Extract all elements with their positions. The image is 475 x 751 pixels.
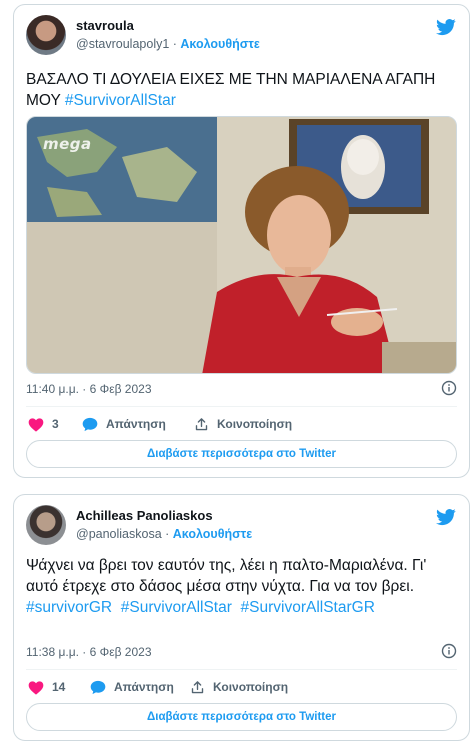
channel-logo: mega bbox=[43, 135, 92, 153]
reply-label: Απάντηση bbox=[114, 680, 174, 694]
action-bar: 14 Απάντηση Κοινοποίηση bbox=[26, 676, 457, 698]
handle-row: @panoliaskosa · Ακολουθήστε bbox=[76, 527, 252, 541]
reply-bubble-icon bbox=[90, 680, 106, 694]
like-button[interactable]: 3 bbox=[28, 413, 59, 435]
like-button[interactable]: 14 bbox=[28, 676, 65, 698]
tweet-card[interactable]: Achilleas Panoliaskos @panoliaskosa · Ακ… bbox=[13, 494, 470, 741]
heart-icon bbox=[28, 417, 44, 432]
follow-button[interactable]: Ακολουθήστε bbox=[173, 527, 252, 541]
hashtag-link[interactable]: #SurvivorAllStar bbox=[65, 92, 176, 109]
like-count: 3 bbox=[52, 417, 59, 431]
reply-bubble-icon bbox=[82, 417, 98, 431]
follow-button[interactable]: Ακολουθήστε bbox=[180, 37, 259, 51]
tweet-text: ΒΑΣΑΛΟ ΤΙ ΔΟΥΛΕΙΑ ΕΙΧΕΣ ΜΕ ΤΗΝ ΜΑΡΙΑΛΕΝΑ… bbox=[26, 69, 455, 111]
share-icon bbox=[195, 417, 208, 430]
info-icon[interactable] bbox=[441, 643, 457, 659]
share-button[interactable]: Κοινοποίηση bbox=[194, 413, 292, 435]
hashtag-link[interactable]: #SurvivorAllStarGR bbox=[241, 599, 375, 616]
author-handle[interactable]: @panoliaskosa bbox=[76, 527, 162, 541]
tweet-media-video[interactable]: mega bbox=[26, 116, 457, 374]
timestamp-link[interactable]: 11:38 μ.μ. · 6 Φεβ 2023 bbox=[26, 645, 152, 659]
tweet-header: stavroula @stavroulapoly1 · Ακολουθήστε bbox=[26, 15, 457, 57]
read-more-button[interactable]: Διαβάστε περισσότερα στο Twitter bbox=[26, 440, 457, 468]
reply-button[interactable]: Απάντηση bbox=[82, 413, 166, 435]
handle-row: @stavroulapoly1 · Ακολουθήστε bbox=[76, 37, 260, 51]
tweet-header: Achilleas Panoliaskos @panoliaskosa · Ακ… bbox=[26, 505, 457, 547]
share-icon bbox=[191, 680, 204, 693]
timestamp-link[interactable]: 11:40 μ.μ. · 6 Φεβ 2023 bbox=[26, 382, 152, 396]
author-handle[interactable]: @stavroulapoly1 bbox=[76, 37, 169, 51]
share-button[interactable]: Κοινοποίηση bbox=[190, 676, 288, 698]
twitter-bird-icon[interactable] bbox=[435, 17, 457, 37]
reply-label: Απάντηση bbox=[106, 417, 166, 431]
hashtag-link[interactable]: #SurvivorAllStar bbox=[121, 599, 232, 616]
like-count: 14 bbox=[52, 680, 66, 694]
hashtag-link[interactable]: #survivorGR bbox=[26, 599, 112, 616]
reply-button[interactable]: Απάντηση bbox=[90, 676, 174, 698]
separator: · bbox=[161, 527, 173, 541]
author-name[interactable]: Achilleas Panoliaskos bbox=[76, 508, 213, 523]
twitter-bird-icon[interactable] bbox=[435, 507, 457, 527]
avatar[interactable] bbox=[26, 15, 66, 55]
tweet-card[interactable]: stavroula @stavroulapoly1 · Ακολουθήστε … bbox=[13, 4, 470, 478]
info-icon[interactable] bbox=[441, 380, 457, 396]
tweet-body: Ψάχνει να βρει τον εαυτόν της, λέει η πα… bbox=[26, 557, 427, 595]
share-label: Κοινοποίηση bbox=[213, 680, 289, 694]
divider bbox=[26, 669, 457, 670]
avatar[interactable] bbox=[26, 505, 66, 545]
share-label: Κοινοποίηση bbox=[217, 417, 293, 431]
video-frame bbox=[27, 117, 456, 373]
heart-icon bbox=[28, 680, 44, 695]
separator: · bbox=[169, 37, 181, 51]
divider bbox=[26, 406, 457, 407]
tweet-text: Ψάχνει να βρει τον εαυτόν της, λέει η πα… bbox=[26, 555, 455, 618]
action-bar: 3 Απάντηση Κοινοποίηση bbox=[26, 413, 457, 435]
read-more-button[interactable]: Διαβάστε περισσότερα στο Twitter bbox=[26, 703, 457, 731]
author-name[interactable]: stavroula bbox=[76, 18, 134, 33]
